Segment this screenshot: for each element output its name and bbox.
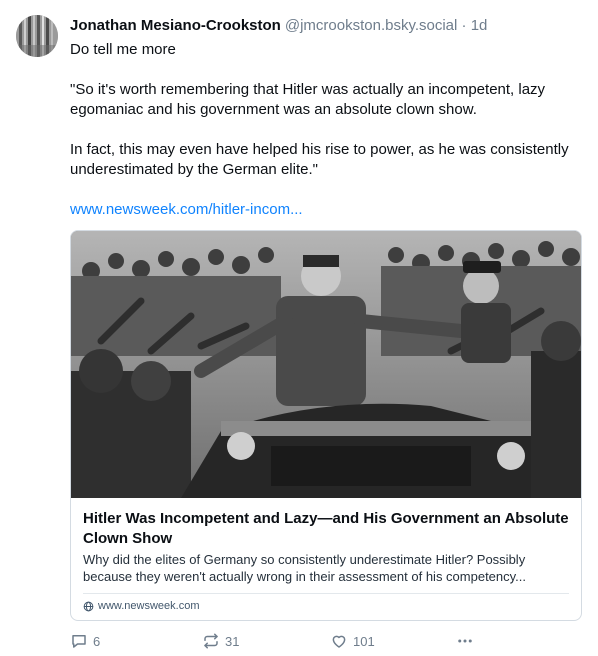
post-text-line: Do tell me more: [70, 41, 176, 58]
repost-button[interactable]: 31: [202, 630, 239, 652]
author-handle[interactable]: @jmcrookston.bsky.social: [285, 17, 458, 34]
card-title: Hitler Was Incompetent and Lazy—and His …: [83, 510, 569, 547]
post-header: Jonathan Mesiano-Crookston @jmcrookston.b…: [70, 16, 588, 36]
post-quote-paragraph-2: In fact, this may even have helped his r…: [70, 141, 569, 178]
more-options-button[interactable]: [456, 630, 474, 652]
more-horizontal-icon: [458, 639, 472, 643]
reply-icon: [72, 635, 86, 648]
post-item[interactable]: Jonathan Mesiano-Crookston @jmcrookston.b…: [0, 0, 598, 656]
reply-button[interactable]: 6: [70, 630, 100, 652]
post-timestamp[interactable]: 1d: [471, 17, 488, 34]
card-domain: www.newsweek.com: [83, 599, 199, 614]
avatar[interactable]: [16, 15, 58, 57]
card-divider: [83, 593, 569, 594]
repost-icon: [204, 633, 218, 649]
post-text: Do tell me more "So it's worth rememberi…: [70, 40, 580, 220]
author-name[interactable]: Jonathan Mesiano-Crookston: [70, 17, 281, 34]
card-thumbnail-image: [71, 231, 581, 498]
card-description: Why did the elites of Germany so consist…: [83, 552, 527, 584]
card-domain-text: www.newsweek.com: [98, 600, 200, 612]
post-link[interactable]: www.newsweek.com/hitler-incom...: [70, 201, 303, 218]
repost-count: 31: [225, 633, 240, 649]
heart-icon: [332, 635, 346, 648]
link-preview-card[interactable]: Hitler Was Incompetent and Lazy—and His …: [70, 230, 582, 621]
post-actions: 6 31 101: [70, 630, 580, 652]
like-button[interactable]: 101: [330, 630, 375, 652]
reply-count: 6: [93, 633, 101, 649]
globe-icon: [83, 601, 94, 612]
like-count: 101: [353, 633, 375, 649]
separator-dot: ·: [461, 17, 467, 34]
post-quote-paragraph-1: "So it's worth remembering that Hitler w…: [70, 81, 546, 118]
